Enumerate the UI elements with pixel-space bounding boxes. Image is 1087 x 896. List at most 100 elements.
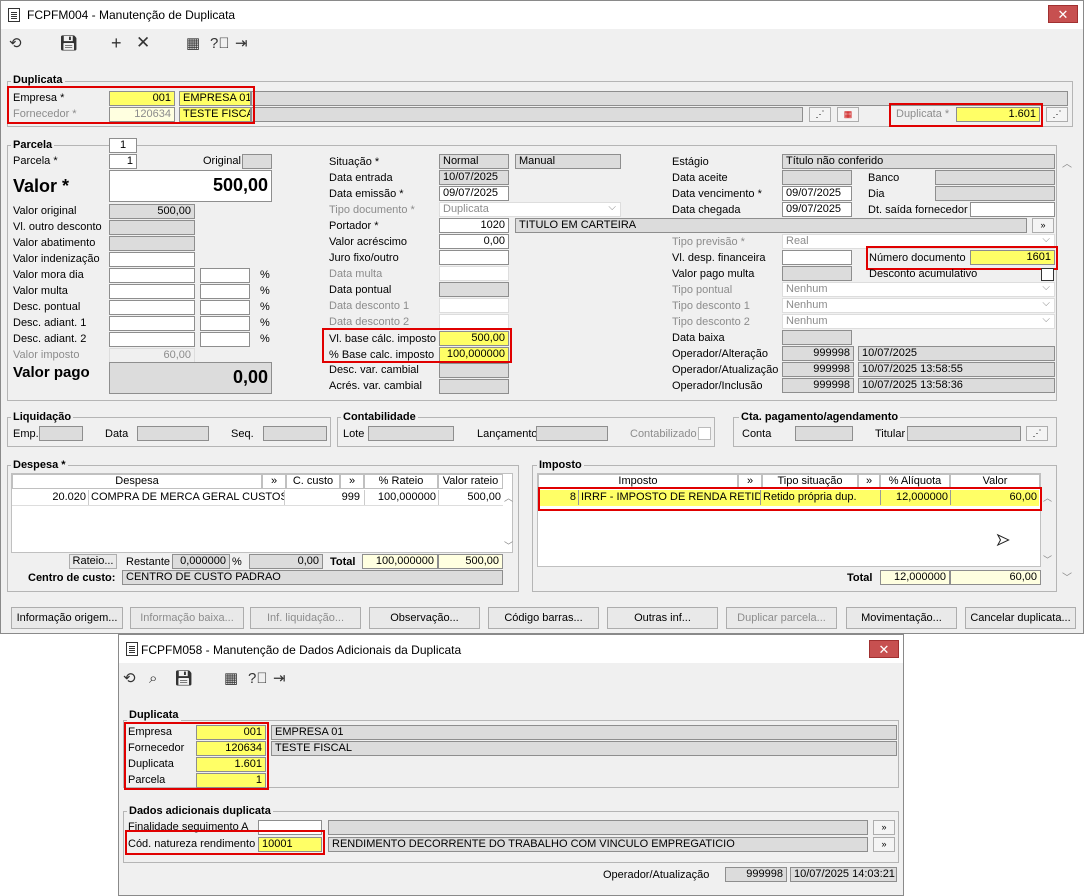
cod-natureza-field[interactable]: 10001 (258, 837, 322, 852)
titular-label: Titular (875, 428, 906, 440)
despesa-scroll-down-icon[interactable]: ﹀ (504, 539, 513, 552)
save-icon[interactable]: 💾︎ (59, 36, 78, 52)
imposto-col-tipo: Tipo situação (762, 474, 858, 489)
cod-natureza-lookup-button[interactable]: » (873, 837, 895, 852)
calendar-icon[interactable]: ▦ (186, 36, 200, 52)
desc-adiant2-field[interactable] (109, 332, 195, 347)
duplicata-lookup-button[interactable]: ⋰ (1046, 107, 1068, 122)
desconto-acumulativo-checkbox[interactable] (1041, 268, 1054, 281)
imposto-col-expand-1[interactable]: » (738, 474, 762, 489)
valor-indenizacao-field[interactable] (109, 252, 195, 267)
imposto-col-expand-2[interactable]: » (858, 474, 880, 489)
empresa-code-field[interactable]: 001 (109, 91, 175, 106)
portador-lookup-button[interactable]: » (1032, 218, 1054, 233)
banco-label: Banco (868, 172, 900, 184)
valor-mora-dia-field[interactable] (109, 268, 195, 283)
informacao-origem-button[interactable]: Informação origem... (11, 607, 123, 629)
tipo-desconto2-select[interactable]: Nenhum (782, 314, 1055, 329)
parcela-tab[interactable]: Parcela (11, 139, 55, 151)
exit-icon-2[interactable]: ⇥ (273, 671, 286, 687)
add-icon[interactable]: + (111, 34, 122, 52)
dia-field (935, 186, 1055, 201)
help-icon-2[interactable]: ?⃝ (248, 671, 268, 687)
parcela-field[interactable]: 1 (109, 154, 137, 169)
desc-pontual-field[interactable] (109, 300, 195, 315)
data-emissao-label: Data emissão * (329, 188, 404, 200)
data-chegada-field[interactable]: 09/07/2025 (782, 202, 852, 217)
juro-field[interactable] (439, 250, 509, 265)
outras-inf-button[interactable]: Outras inf... (607, 607, 718, 629)
valor-pago-field: 0,00 (109, 362, 272, 394)
close-button[interactable]: ✕ (1048, 5, 1078, 23)
tipo-previsao-select[interactable]: Real (782, 234, 1055, 249)
vl-desp-fin-label: Vl. desp. financeira (672, 252, 766, 264)
imposto-scroll-down-icon[interactable]: ﹀ (1043, 553, 1052, 566)
finalidade-lookup-button[interactable]: » (873, 820, 895, 835)
table-row[interactable]: 20.020 COMPRA DE MERCA GERAL CUSTOS M 99… (12, 490, 503, 506)
data-multa-field[interactable] (439, 266, 509, 281)
contabilizado-checkbox[interactable] (698, 427, 711, 440)
valor-mora-dia-pct-field[interactable] (200, 268, 250, 283)
data-desconto1-field[interactable] (439, 298, 509, 313)
fornecedor-code-field[interactable]: 120634 (109, 107, 175, 122)
scroll-up-icon[interactable]: ︿ (1062, 155, 1072, 170)
exit-icon[interactable]: ⇥ (235, 36, 248, 52)
scroll-down-icon[interactable]: ﹀ (1062, 569, 1072, 584)
undo-icon-2[interactable]: ⟲ (123, 671, 136, 687)
delete-icon[interactable]: ✕ (136, 34, 150, 51)
close-button-2[interactable]: ✕ (869, 640, 899, 658)
valor-multa-pct-field[interactable] (200, 284, 250, 299)
data-desconto2-field[interactable] (439, 314, 509, 329)
titular-field (907, 426, 1021, 441)
desc-adiant2-pct-field[interactable] (200, 332, 250, 347)
despesa-scroll-up-icon[interactable]: ︿ (504, 491, 513, 504)
cancelar-duplicata-button[interactable]: Cancelar duplicata... (965, 607, 1076, 629)
tipo-pontual-select[interactable]: Nenhum (782, 282, 1055, 297)
vl-desp-fin-field[interactable] (782, 250, 852, 265)
valor-acrescimo-label: Valor acréscimo (329, 236, 408, 248)
calendar-icon-2[interactable]: ▦ (224, 671, 238, 687)
rateio-button[interactable]: Rateio... (69, 554, 117, 569)
tipo-desconto1-select[interactable]: Nenhum (782, 298, 1055, 313)
inf-liquidacao-button[interactable]: Inf. liquidação... (250, 607, 361, 629)
help-icon[interactable]: ?⃝ (210, 36, 230, 52)
save-icon-2[interactable]: 💾︎ (174, 671, 193, 687)
codigo-barras-button[interactable]: Código barras... (488, 607, 599, 629)
despesa-code-cell: 20.020 (52, 491, 86, 503)
undo-icon[interactable]: ⟲ (9, 36, 22, 52)
liquidacao-title: Liquidação (11, 411, 74, 423)
valor-field[interactable]: 500,00 (109, 170, 272, 202)
dt-saida-field[interactable] (970, 202, 1055, 217)
desc-pontual-pct-field[interactable] (200, 300, 250, 315)
op-inclusao-date: 10/07/2025 13:58:36 (858, 378, 1055, 393)
imposto-scroll-up-icon[interactable]: ︿ (1043, 491, 1052, 504)
data-pontual-label: Data pontual (329, 284, 392, 296)
vertical-scrollbar[interactable]: ︿ ﹀ (1060, 151, 1074, 584)
parcela-tab-number[interactable]: 1 (109, 138, 137, 153)
table-row[interactable]: 8 IRRF - IMPOSTO DE RENDA RETIDO N Retid… (540, 490, 1039, 506)
valor-multa-field[interactable] (109, 284, 195, 299)
movimentacao-button[interactable]: Movimentação... (846, 607, 957, 629)
despesa-col-expand-2[interactable]: » (340, 474, 364, 489)
numero-documento-field[interactable]: 1601 (970, 250, 1055, 265)
informacao-baixa-button[interactable]: Informação baixa... (130, 607, 244, 629)
cta-title: Cta. pagamento/agendamento (739, 411, 901, 423)
duplicar-parcela-button[interactable]: Duplicar parcela... (726, 607, 837, 629)
titular-lookup-button[interactable]: ⋰ (1026, 426, 1048, 441)
desc-adiant1-pct-field[interactable] (200, 316, 250, 331)
valor-label: Valor * (13, 176, 70, 196)
window-title-2: FCPFM058 - Manutenção de Dados Adicionai… (141, 643, 462, 657)
despesa-col-expand-1[interactable]: » (262, 474, 286, 489)
valor-acrescimo-field[interactable]: 0,00 (439, 234, 509, 249)
desc-adiant1-field[interactable] (109, 316, 195, 331)
data-emissao-field[interactable]: 09/07/2025 (439, 186, 509, 201)
observacao-button[interactable]: Observação... (369, 607, 480, 629)
search-icon[interactable]: ⌕ (149, 671, 157, 687)
fornecedor-lookup-button[interactable]: ⋰ (809, 107, 831, 122)
portador-code-field[interactable]: 1020 (439, 218, 509, 233)
data-vencimento-field[interactable]: 09/07/2025 (782, 186, 852, 201)
tipo-documento-select[interactable]: Duplicata (439, 202, 621, 217)
calendar-lookup-button[interactable]: ▦ (837, 107, 859, 122)
finalidade-field[interactable] (258, 820, 322, 835)
duplicata-field[interactable]: 1.601 (956, 107, 1040, 122)
